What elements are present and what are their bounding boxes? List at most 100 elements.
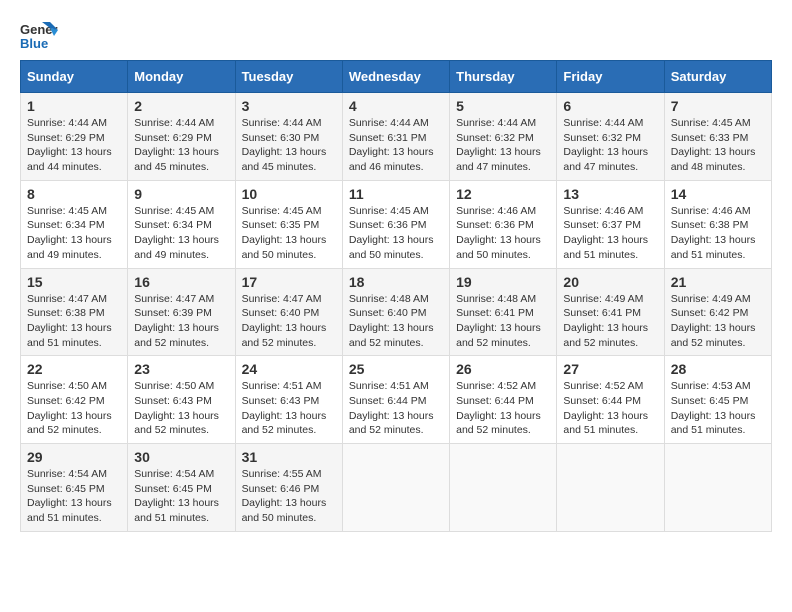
weekday-header-thursday: Thursday	[450, 61, 557, 93]
day-number: 24	[242, 361, 336, 377]
day-number: 26	[456, 361, 550, 377]
calendar-day-15: 15 Sunrise: 4:47 AMSunset: 6:38 PMDayligh…	[21, 268, 128, 356]
calendar-day-7: 7 Sunrise: 4:45 AMSunset: 6:33 PMDaylight…	[664, 93, 771, 181]
logo: General Blue	[20, 20, 58, 52]
day-info: Sunrise: 4:46 AMSunset: 6:37 PMDaylight:…	[563, 205, 648, 261]
calendar-day-23: 23 Sunrise: 4:50 AMSunset: 6:43 PMDayligh…	[128, 356, 235, 444]
day-number: 15	[27, 274, 121, 290]
day-number: 13	[563, 186, 657, 202]
day-number: 11	[349, 186, 443, 202]
day-number: 17	[242, 274, 336, 290]
day-info: Sunrise: 4:45 AMSunset: 6:33 PMDaylight:…	[671, 117, 756, 173]
day-info: Sunrise: 4:45 AMSunset: 6:35 PMDaylight:…	[242, 205, 327, 261]
day-info: Sunrise: 4:45 AMSunset: 6:36 PMDaylight:…	[349, 205, 434, 261]
empty-cell	[557, 444, 664, 532]
day-info: Sunrise: 4:53 AMSunset: 6:45 PMDaylight:…	[671, 380, 756, 436]
day-info: Sunrise: 4:44 AMSunset: 6:30 PMDaylight:…	[242, 117, 327, 173]
day-number: 18	[349, 274, 443, 290]
day-number: 9	[134, 186, 228, 202]
day-info: Sunrise: 4:51 AMSunset: 6:43 PMDaylight:…	[242, 380, 327, 436]
day-number: 16	[134, 274, 228, 290]
day-number: 7	[671, 98, 765, 114]
calendar-week-1: 1 Sunrise: 4:44 AMSunset: 6:29 PMDaylight…	[21, 93, 772, 181]
weekday-header-sunday: Sunday	[21, 61, 128, 93]
day-number: 4	[349, 98, 443, 114]
calendar-day-3: 3 Sunrise: 4:44 AMSunset: 6:30 PMDaylight…	[235, 93, 342, 181]
calendar-day-12: 12 Sunrise: 4:46 AMSunset: 6:36 PMDayligh…	[450, 180, 557, 268]
day-number: 1	[27, 98, 121, 114]
day-number: 10	[242, 186, 336, 202]
day-info: Sunrise: 4:44 AMSunset: 6:29 PMDaylight:…	[134, 117, 219, 173]
day-number: 23	[134, 361, 228, 377]
day-info: Sunrise: 4:52 AMSunset: 6:44 PMDaylight:…	[456, 380, 541, 436]
weekday-header-monday: Monday	[128, 61, 235, 93]
calendar-day-27: 27 Sunrise: 4:52 AMSunset: 6:44 PMDayligh…	[557, 356, 664, 444]
day-info: Sunrise: 4:47 AMSunset: 6:38 PMDaylight:…	[27, 293, 112, 349]
day-info: Sunrise: 4:49 AMSunset: 6:41 PMDaylight:…	[563, 293, 648, 349]
logo-icon: General Blue	[20, 20, 58, 52]
day-number: 31	[242, 449, 336, 465]
calendar-week-4: 22 Sunrise: 4:50 AMSunset: 6:42 PMDayligh…	[21, 356, 772, 444]
day-number: 3	[242, 98, 336, 114]
day-number: 30	[134, 449, 228, 465]
day-number: 28	[671, 361, 765, 377]
calendar-day-8: 8Sunrise: 4:45 AMSunset: 6:34 PMDaylight…	[21, 180, 128, 268]
day-number: 25	[349, 361, 443, 377]
day-info: Sunrise: 4:44 AMSunset: 6:32 PMDaylight:…	[563, 117, 648, 173]
weekday-header-row: SundayMondayTuesdayWednesdayThursdayFrid…	[21, 61, 772, 93]
weekday-header-friday: Friday	[557, 61, 664, 93]
calendar-table: SundayMondayTuesdayWednesdayThursdayFrid…	[20, 60, 772, 532]
day-number: 21	[671, 274, 765, 290]
day-number: 19	[456, 274, 550, 290]
day-info: Sunrise: 4:50 AMSunset: 6:43 PMDaylight:…	[134, 380, 219, 436]
calendar-day-2: 2 Sunrise: 4:44 AMSunset: 6:29 PMDaylight…	[128, 93, 235, 181]
calendar-day-9: 9 Sunrise: 4:45 AMSunset: 6:34 PMDaylight…	[128, 180, 235, 268]
day-info: Sunrise: 4:49 AMSunset: 6:42 PMDaylight:…	[671, 293, 756, 349]
day-number: 29	[27, 449, 121, 465]
weekday-header-saturday: Saturday	[664, 61, 771, 93]
day-number: 2	[134, 98, 228, 114]
day-info: Sunrise: 4:44 AMSunset: 6:32 PMDaylight:…	[456, 117, 541, 173]
day-info: Sunrise: 4:46 AMSunset: 6:36 PMDaylight:…	[456, 205, 541, 261]
day-info: Sunrise: 4:52 AMSunset: 6:44 PMDaylight:…	[563, 380, 648, 436]
weekday-header-tuesday: Tuesday	[235, 61, 342, 93]
calendar-day-1: 1Sunrise: 4:44 AMSunset: 6:29 PMDaylight…	[21, 93, 128, 181]
day-number: 22	[27, 361, 121, 377]
calendar-day-31: 31 Sunrise: 4:55 AMSunset: 6:46 PMDayligh…	[235, 444, 342, 532]
day-info: Sunrise: 4:48 AMSunset: 6:41 PMDaylight:…	[456, 293, 541, 349]
calendar-week-5: 29 Sunrise: 4:54 AMSunset: 6:45 PMDayligh…	[21, 444, 772, 532]
day-info: Sunrise: 4:47 AMSunset: 6:39 PMDaylight:…	[134, 293, 219, 349]
calendar-day-6: 6Sunrise: 4:44 AMSunset: 6:32 PMDaylight…	[557, 93, 664, 181]
calendar-day-22: 22 Sunrise: 4:50 AMSunset: 6:42 PMDayligh…	[21, 356, 128, 444]
calendar-day-17: 17 Sunrise: 4:47 AMSunset: 6:40 PMDayligh…	[235, 268, 342, 356]
day-info: Sunrise: 4:51 AMSunset: 6:44 PMDaylight:…	[349, 380, 434, 436]
calendar-day-14: 14 Sunrise: 4:46 AMSunset: 6:38 PMDayligh…	[664, 180, 771, 268]
day-info: Sunrise: 4:47 AMSunset: 6:40 PMDaylight:…	[242, 293, 327, 349]
calendar-day-19: 19 Sunrise: 4:48 AMSunset: 6:41 PMDayligh…	[450, 268, 557, 356]
calendar-day-16: 16 Sunrise: 4:47 AMSunset: 6:39 PMDayligh…	[128, 268, 235, 356]
calendar-day-28: 28 Sunrise: 4:53 AMSunset: 6:45 PMDayligh…	[664, 356, 771, 444]
day-info: Sunrise: 4:50 AMSunset: 6:42 PMDaylight:…	[27, 380, 112, 436]
calendar-week-2: 8 Sunrise: 4:45 AMSunset: 6:34 PMDaylight…	[21, 180, 772, 268]
calendar-day-26: 26 Sunrise: 4:52 AMSunset: 6:44 PMDayligh…	[450, 356, 557, 444]
empty-cell	[664, 444, 771, 532]
calendar-day-5: 5 Sunrise: 4:44 AMSunset: 6:32 PMDaylight…	[450, 93, 557, 181]
calendar-day-24: 24 Sunrise: 4:51 AMSunset: 6:43 PMDayligh…	[235, 356, 342, 444]
calendar-day-10: 10 Sunrise: 4:45 AMSunset: 6:35 PMDayligh…	[235, 180, 342, 268]
day-info: Sunrise: 4:54 AMSunset: 6:45 PMDaylight:…	[134, 468, 219, 524]
calendar-day-21: 21 Sunrise: 4:49 AMSunset: 6:42 PMDayligh…	[664, 268, 771, 356]
day-number: 12	[456, 186, 550, 202]
day-info: Sunrise: 4:46 AMSunset: 6:38 PMDaylight:…	[671, 205, 756, 261]
day-info: Sunrise: 4:45 AMSunset: 6:34 PMDaylight:…	[134, 205, 219, 261]
calendar-day-11: 11 Sunrise: 4:45 AMSunset: 6:36 PMDayligh…	[342, 180, 449, 268]
day-info: Sunrise: 4:55 AMSunset: 6:46 PMDaylight:…	[242, 468, 327, 524]
day-number: 14	[671, 186, 765, 202]
empty-cell	[450, 444, 557, 532]
calendar-day-25: 25 Sunrise: 4:51 AMSunset: 6:44 PMDayligh…	[342, 356, 449, 444]
day-number: 5	[456, 98, 550, 114]
day-number: 27	[563, 361, 657, 377]
day-info: Sunrise: 4:44 AMSunset: 6:31 PMDaylight:…	[349, 117, 434, 173]
day-number: 8	[27, 186, 121, 202]
day-info: Sunrise: 4:48 AMSunset: 6:40 PMDaylight:…	[349, 293, 434, 349]
calendar-day-29: 29Sunrise: 4:54 AMSunset: 6:45 PMDayligh…	[21, 444, 128, 532]
